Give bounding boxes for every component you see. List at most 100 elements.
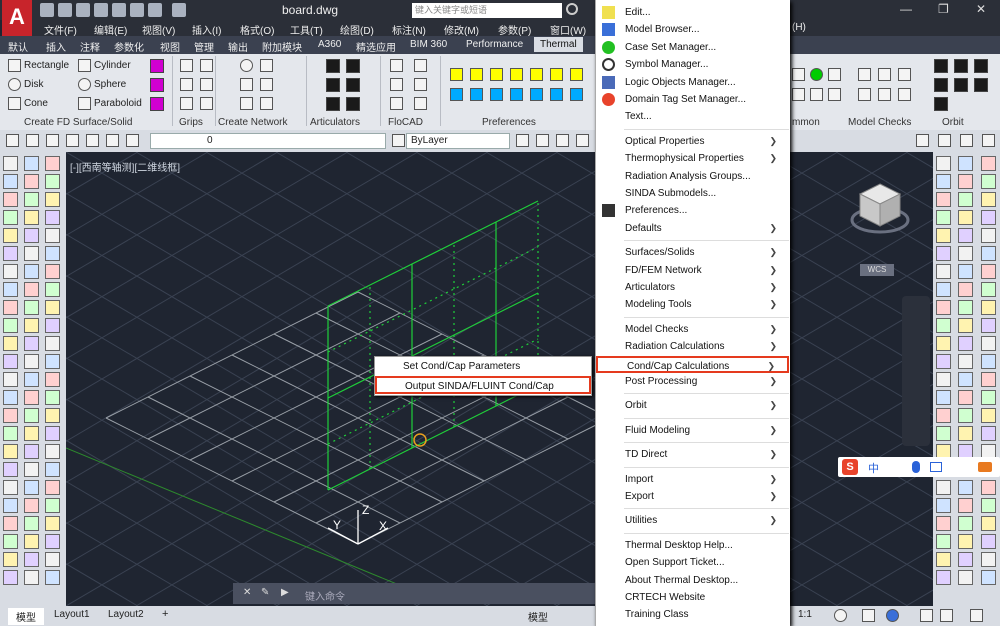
right-tool-icon[interactable] <box>958 174 973 189</box>
menu-item[interactable]: Model Browser... <box>596 21 789 38</box>
right-tool-icon[interactable] <box>958 192 973 207</box>
left-tool-icon[interactable] <box>3 516 18 531</box>
plot-icon[interactable] <box>130 3 144 17</box>
pref-icon-7[interactable] <box>570 68 583 81</box>
pref-icon-3[interactable] <box>490 68 503 81</box>
panel-title-flocad[interactable]: FloCAD <box>388 117 423 128</box>
right-tool-icon[interactable] <box>936 264 951 279</box>
cone-icon[interactable] <box>8 97 21 110</box>
left-tool-icon[interactable] <box>24 444 39 459</box>
left-tool-icon[interactable] <box>24 192 39 207</box>
left-tool-icon[interactable] <box>24 462 39 477</box>
common-icon-5[interactable] <box>810 88 823 101</box>
command-input[interactable]: 键入命令 <box>305 588 345 603</box>
right-tool-icon[interactable] <box>981 174 996 189</box>
left-tool-icon[interactable] <box>24 534 39 549</box>
left-tool-icon[interactable] <box>45 552 60 567</box>
left-tool-icon[interactable] <box>24 390 39 405</box>
left-tool-icon[interactable] <box>3 282 18 297</box>
menu-parametric[interactable]: 参数(P) <box>498 22 531 37</box>
heatload-icon[interactable] <box>260 97 273 110</box>
left-tool-icon[interactable] <box>24 408 39 423</box>
orbit-icon-1[interactable] <box>934 59 948 73</box>
annotation-scale[interactable]: 1:1 <box>798 609 812 620</box>
viewcube[interactable] <box>850 178 910 238</box>
model-check-icon-6[interactable] <box>898 88 911 101</box>
left-tool-icon[interactable] <box>45 228 60 243</box>
menu-item[interactable]: Logic Objects Manager... <box>596 74 789 91</box>
right-tool-icon[interactable] <box>958 318 973 333</box>
color-swatch-icon[interactable] <box>392 134 405 147</box>
skin-icon[interactable] <box>978 462 992 472</box>
articulator-tracker-icon[interactable] <box>346 78 360 92</box>
set-condcap-parameters-item[interactable]: Set Cond/Cap Parameters <box>375 358 591 376</box>
left-tool-icon[interactable] <box>3 336 18 351</box>
right-tool-icon[interactable] <box>936 318 951 333</box>
panel-title-preferences[interactable]: Preferences <box>482 117 536 128</box>
tab-layout1[interactable]: Layout1 <box>54 609 90 620</box>
left-tool-icon[interactable] <box>3 408 18 423</box>
left-tool-icon[interactable] <box>45 390 60 405</box>
right-tool-icon[interactable] <box>958 336 973 351</box>
left-tool-icon[interactable] <box>24 372 39 387</box>
lineweight-icon[interactable] <box>536 134 549 147</box>
pref-icon-11[interactable] <box>510 88 523 101</box>
layer-lock-icon[interactable] <box>126 134 139 147</box>
menu-item[interactable]: About Thermal Desktop... <box>596 572 789 589</box>
tab-view[interactable]: 视图 <box>160 39 180 54</box>
menu-item[interactable]: Utilities ❯ <box>596 512 789 529</box>
left-tool-icon[interactable] <box>45 516 60 531</box>
left-tool-icon[interactable] <box>45 534 60 549</box>
common-icon-2[interactable] <box>810 68 823 81</box>
right-tool-icon[interactable] <box>981 210 996 225</box>
flocad-network-icon[interactable] <box>414 97 427 110</box>
left-tool-icon[interactable] <box>3 372 18 387</box>
right-tool-icon[interactable] <box>981 300 996 315</box>
left-tool-icon[interactable] <box>24 354 39 369</box>
right-tool-icon[interactable] <box>936 228 951 243</box>
left-tool-icon[interactable] <box>3 570 18 585</box>
status-model-button[interactable]: 模型 <box>528 609 548 624</box>
right-tool-icon[interactable] <box>936 282 951 297</box>
panel-title-create-network[interactable]: Create Network <box>218 117 287 128</box>
menu-item[interactable]: Model Checks ❯ <box>596 321 789 338</box>
customize-icon[interactable] <box>970 609 983 622</box>
pref-icon-2[interactable] <box>470 68 483 81</box>
conductor-icon[interactable] <box>260 59 273 72</box>
right-tool-icon[interactable] <box>958 552 973 567</box>
search-icon[interactable] <box>566 3 578 15</box>
left-tool-icon[interactable] <box>24 336 39 351</box>
rectangle-button[interactable]: Rectangle <box>24 60 69 71</box>
left-tool-icon[interactable] <box>3 300 18 315</box>
left-tool-icon[interactable] <box>45 174 60 189</box>
tab-model[interactable]: 模型 <box>8 608 44 625</box>
print-icon[interactable] <box>112 3 126 17</box>
hardware-accel-icon[interactable] <box>920 609 933 622</box>
sphere-icon[interactable] <box>78 78 91 91</box>
left-tool-icon[interactable] <box>24 552 39 567</box>
menu-item[interactable]: Radiation Analysis Groups... <box>596 168 789 185</box>
microphone-icon[interactable] <box>912 461 920 473</box>
articulator-link-icon[interactable] <box>326 97 340 111</box>
orbit-icon-2[interactable] <box>954 59 968 73</box>
node-icon[interactable] <box>240 59 253 72</box>
right-tool-icon[interactable] <box>981 336 996 351</box>
right-tool-icon[interactable] <box>958 570 973 585</box>
cmd-prompt-icon[interactable]: ▶ <box>281 587 289 598</box>
tab-performance[interactable]: Performance <box>466 39 523 50</box>
close-cmd-icon[interactable]: ✕ <box>243 587 251 598</box>
right-tool-icon[interactable] <box>936 372 951 387</box>
pref-icon-9[interactable] <box>470 88 483 101</box>
right-tool-icon[interactable] <box>981 372 996 387</box>
tab-a360[interactable]: A360 <box>318 39 341 50</box>
left-tool-icon[interactable] <box>45 300 60 315</box>
left-tool-icon[interactable] <box>45 498 60 513</box>
plus-icon[interactable] <box>862 609 875 622</box>
layer-manager-icon[interactable] <box>6 134 19 147</box>
right-tool-icon[interactable] <box>981 534 996 549</box>
menu-item[interactable]: Thermophysical Properties ❯ <box>596 150 789 167</box>
left-tool-icon[interactable] <box>45 354 60 369</box>
orbit-icon-7[interactable] <box>934 97 948 111</box>
right-tool-icon[interactable] <box>958 534 973 549</box>
rectangle-icon[interactable] <box>8 59 21 72</box>
